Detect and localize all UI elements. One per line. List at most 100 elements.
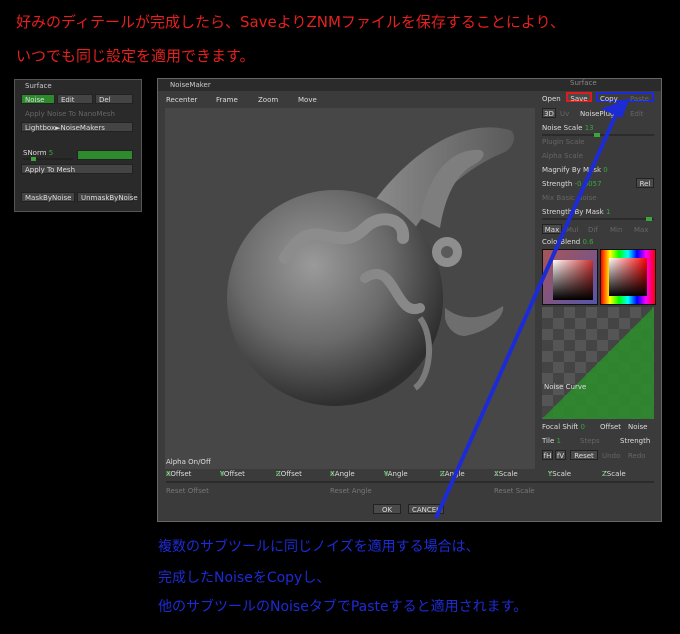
recenter-button[interactable]: Recenter (166, 96, 197, 104)
blend-max-button[interactable]: Max (542, 224, 562, 234)
color-gradient-right[interactable] (609, 258, 647, 296)
noise-curve-editor[interactable]: Noise Curve (542, 307, 654, 419)
reset-angle-button[interactable]: Reset Angle (330, 487, 372, 495)
frame-button[interactable]: Frame (216, 96, 238, 104)
alpha-onoff-button[interactable]: Alpha On/Off (166, 458, 211, 466)
edit-button[interactable]: Edit (57, 94, 93, 104)
blend-mul-button[interactable]: Mul (566, 226, 578, 234)
color-picker-right[interactable] (600, 249, 656, 305)
strength-by-mask-slider[interactable]: Strength By Mask 1 (542, 208, 610, 216)
blend-max2-button[interactable]: Max (634, 226, 648, 234)
apply-noise-nanomesh-button[interactable]: Apply Noise To NanoMesh (21, 108, 133, 118)
copy-button[interactable]: Copy (600, 94, 618, 104)
plugin-scale-slider[interactable]: Plugin Scale (542, 138, 585, 146)
flip-v-button[interactable]: fV (555, 450, 566, 460)
move-button[interactable]: Move (298, 96, 317, 104)
del-button[interactable]: Del (95, 94, 133, 104)
note-bottom-line1: 複数のサブツールに同じノイズを適用する場合は、 (158, 539, 480, 555)
ok-button[interactable]: OK (373, 504, 401, 514)
tab-uv[interactable]: Uv (560, 110, 569, 118)
strength-label: Strength (542, 180, 573, 188)
noisemaker-window: NoiseMaker Recenter Frame Zoom Move Alph… (157, 78, 662, 522)
noise-scale-slider[interactable]: Noise Scale 13 (542, 124, 594, 132)
colorblend-label: ColorBlend (542, 238, 581, 246)
reset-scale-button[interactable]: Reset Scale (494, 487, 535, 495)
snorm-track[interactable] (23, 157, 73, 161)
transform-slider-track[interactable] (166, 481, 654, 483)
color-gradient-left[interactable] (553, 260, 593, 300)
magnify-value: 0 (603, 166, 608, 174)
zoom-button[interactable]: Zoom (258, 96, 278, 104)
reset-curve-button[interactable]: Reset (570, 450, 598, 460)
redo-button[interactable]: Redo (628, 452, 646, 460)
mix-basic-noise-slider[interactable]: Mix Basic Noise (542, 194, 597, 202)
strength-slider[interactable]: Strength -0.0057 (542, 180, 602, 188)
apply-to-mesh-button[interactable]: Apply To Mesh (21, 164, 133, 174)
strength-mask-thumb[interactable] (646, 217, 652, 221)
colorblend-slider[interactable]: ColorBlend 0.6 (542, 238, 594, 246)
focal-shift-slider[interactable]: Focal Shift 0 (542, 423, 585, 431)
surface-label: Surface (570, 79, 597, 87)
yangle-value: 0 (384, 470, 389, 478)
xoffset-value: 0 (166, 470, 171, 478)
steps-slider[interactable]: Steps (580, 437, 600, 445)
strength-mask-label: Strength By Mask (542, 208, 604, 216)
note-bottom-line3: 他のサブツールのNoiseタブでPasteすると適用されます。 (158, 599, 528, 615)
paste-button[interactable]: Paste (630, 94, 649, 104)
alpha-scale-slider[interactable]: Alpha Scale (542, 152, 583, 160)
noise-button[interactable]: Noise (21, 94, 55, 104)
snorm-value: 5 (48, 149, 54, 157)
noise-curve-label: Noise Curve (544, 383, 587, 391)
noise-label: Noise (628, 423, 648, 431)
mask-by-noise-button[interactable]: MaskByNoise (21, 192, 75, 202)
snorm-slider[interactable]: SNorm 5 (23, 149, 53, 157)
surface-palette-title: Surface (25, 82, 52, 90)
color-picker-left[interactable] (542, 249, 598, 305)
zoffset-value: 0 (276, 470, 281, 478)
tile-slider[interactable]: Tile 1 (542, 437, 561, 445)
save-button[interactable]: Save (566, 92, 592, 103)
open-button[interactable]: Open (542, 95, 561, 103)
snorm-label: SNorm (23, 149, 47, 157)
noiseplug-button[interactable]: NoisePlug (580, 110, 614, 118)
undo-button[interactable]: Undo (602, 452, 620, 460)
strength-mask-value: 1 (605, 208, 611, 216)
noise-scale-track[interactable] (542, 133, 654, 137)
noise-scale-thumb[interactable] (594, 133, 600, 137)
edit-plug-button[interactable]: Edit (630, 110, 644, 118)
tab-3d[interactable]: 3D (542, 108, 556, 118)
lightbox-noisemakers-button[interactable]: Lightbox►NoiseMakers (21, 122, 133, 132)
preview-viewport[interactable] (165, 108, 535, 469)
blend-dif-button[interactable]: Dif (588, 226, 598, 234)
focal-shift-value: 0 (580, 423, 585, 431)
curve-strength-slider[interactable]: Strength (620, 437, 650, 445)
strength-value: -0.0057 (574, 180, 602, 188)
rel-button[interactable]: Rel (636, 178, 654, 188)
blend-min-button[interactable]: Min (610, 226, 622, 234)
note-bottom-line2: 完成したNoiseをCopyし、 (158, 570, 331, 586)
magnify-label: Magnify By Mask (542, 166, 602, 174)
note-top-line1: 好みのディテールが完成したら、SaveよりZNMファイルを保存することにより、 (16, 13, 566, 31)
copy-paste-group: Copy Paste (596, 92, 654, 104)
magnify-by-mask-slider[interactable]: Magnify By Mask 0 (542, 166, 608, 174)
cancel-button[interactable]: CANCEL (408, 504, 444, 514)
xscale-value: 1 (494, 470, 499, 478)
note-top-line2: いつでも同じ設定を適用できます。 (16, 47, 255, 65)
zangle-value: 0 (440, 470, 445, 478)
yscale-value: 1 (548, 470, 553, 478)
reset-offset-button[interactable]: Reset Offset (166, 487, 209, 495)
flip-h-button[interactable]: fH (542, 450, 553, 460)
zscale-value: 1 (602, 470, 607, 478)
unmask-by-noise-button[interactable]: UnmaskByNoise (77, 192, 138, 202)
focal-shift-label: Focal Shift (542, 423, 579, 431)
xangle-value: 0 (330, 470, 335, 478)
strength-mask-track[interactable] (542, 217, 654, 221)
yoffset-value: 0 (220, 470, 225, 478)
sculpt-preview (227, 127, 515, 406)
uv-toggle[interactable] (77, 150, 133, 160)
tile-label: Tile (542, 437, 555, 445)
tile-value: 1 (556, 437, 561, 445)
offset-label: Offset (600, 423, 622, 431)
noise-curve-fill (542, 307, 654, 419)
surface-palette: Surface Noise Edit Del Apply Noise To Na… (14, 79, 142, 212)
